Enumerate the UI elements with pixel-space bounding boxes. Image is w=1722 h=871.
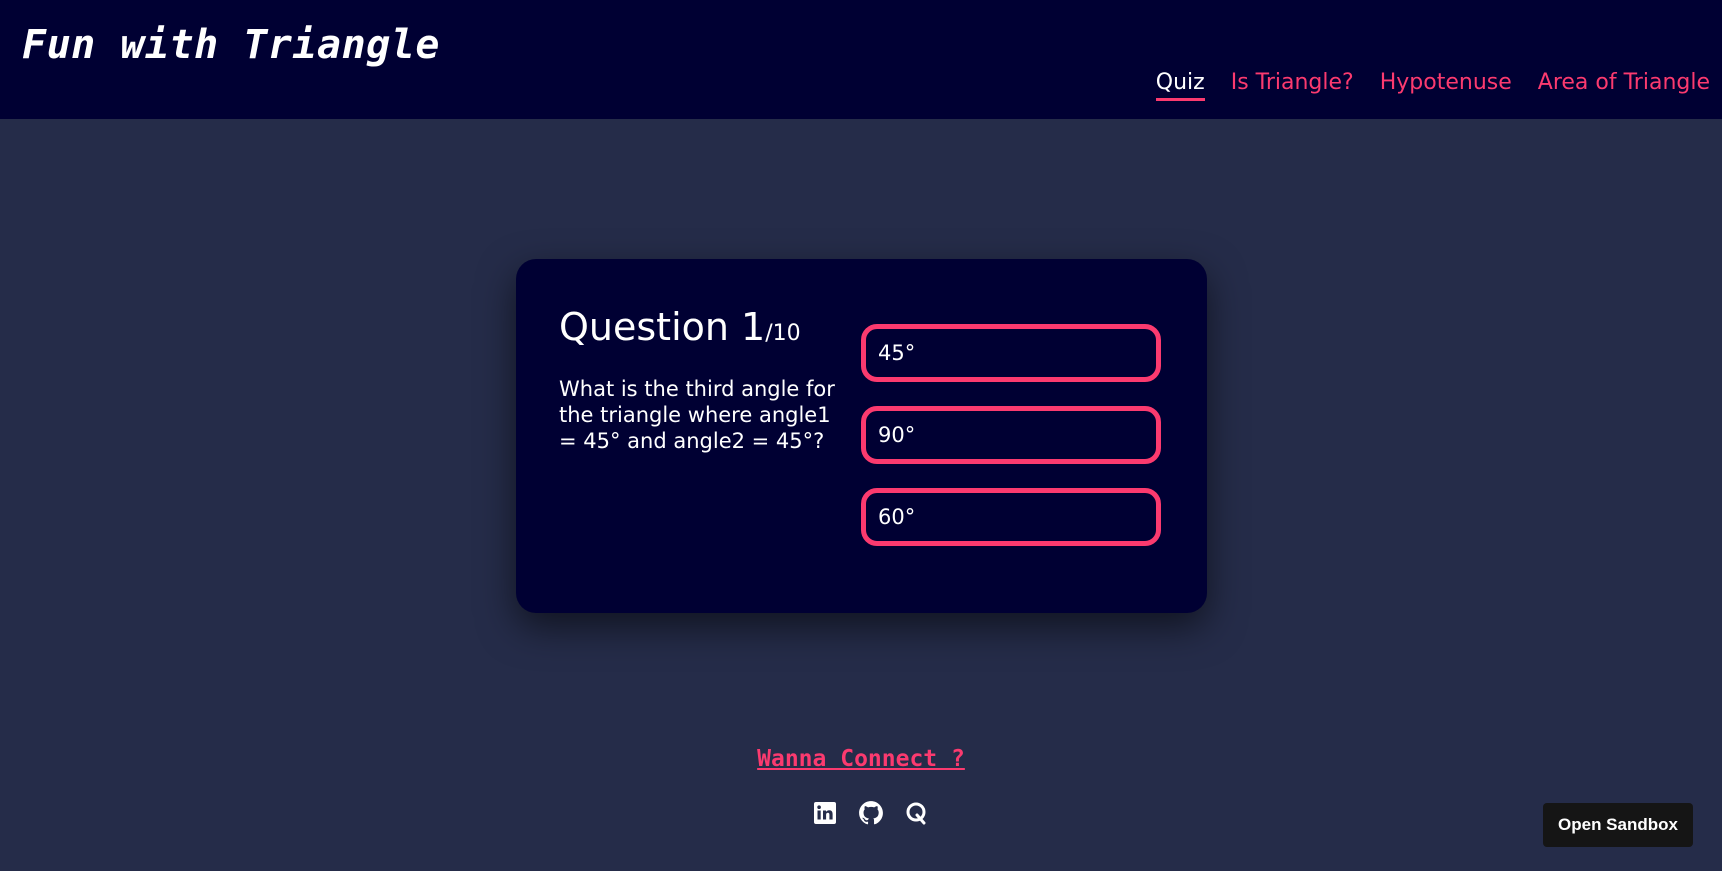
- answer-options: 45° 90° 60°: [861, 324, 1161, 546]
- connect-link[interactable]: Wanna Connect ?: [757, 746, 965, 772]
- brand-title: Fun with Triangle: [22, 22, 440, 68]
- nav-link-area-of-triangle[interactable]: Area of Triangle: [1538, 70, 1710, 101]
- question-heading: Question 1/10: [559, 305, 801, 349]
- connect-section: Wanna Connect ?: [0, 746, 1722, 772]
- question-text: What is the third angle for the triangle…: [559, 377, 835, 453]
- linkedin-icon[interactable]: [812, 800, 838, 826]
- social-links: [0, 800, 1722, 826]
- nav-link-quiz[interactable]: Quiz: [1155, 70, 1205, 101]
- nav-link-hypotenuse[interactable]: Hypotenuse: [1380, 70, 1512, 101]
- quora-icon[interactable]: [904, 800, 930, 826]
- answer-option-1[interactable]: 45°: [861, 324, 1161, 382]
- quiz-card: Question 1/10 What is the third angle fo…: [516, 259, 1207, 613]
- open-sandbox-button[interactable]: Open Sandbox: [1543, 803, 1693, 847]
- github-icon[interactable]: [858, 800, 884, 826]
- nav-link-is-triangle[interactable]: Is Triangle?: [1231, 70, 1354, 101]
- question-total: /10: [765, 321, 801, 346]
- answer-option-3[interactable]: 60°: [861, 488, 1161, 546]
- top-navbar: Fun with Triangle Quiz Is Triangle? Hypo…: [0, 0, 1722, 119]
- answer-option-2[interactable]: 90°: [861, 406, 1161, 464]
- question-number: Question 1: [559, 305, 766, 349]
- main-nav: Quiz Is Triangle? Hypotenuse Area of Tri…: [1155, 70, 1710, 101]
